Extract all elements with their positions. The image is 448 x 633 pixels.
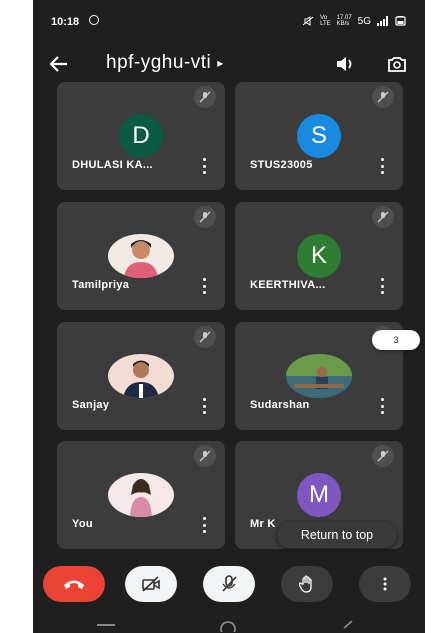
more-options-icon[interactable] [381, 158, 385, 174]
mute-notifications-icon [302, 16, 314, 26]
mic-off-icon [222, 575, 237, 592]
avatar-photo [286, 354, 352, 398]
meeting-toolbar: hpf-yghu-vti ▸ [33, 46, 425, 82]
avatar: D [119, 114, 163, 158]
participant-name: DHULASI KA... [72, 159, 153, 171]
chevron-right-icon: ▸ [217, 56, 224, 70]
participant-name: STUS23005 [250, 159, 313, 171]
page-indicator: 3 [372, 330, 420, 350]
avatar: K [297, 234, 341, 278]
participant-tile[interactable]: K KEERTHIVA... [235, 202, 403, 310]
end-call-button[interactable] [43, 566, 105, 602]
meeting-code[interactable]: hpf-yghu-vti ▸ [106, 52, 224, 74]
mic-off-icon [194, 86, 216, 108]
system-nav-bar [33, 612, 425, 633]
more-options-icon[interactable] [203, 158, 207, 174]
switch-camera-icon[interactable] [386, 53, 408, 75]
volte-badge: Vo LTE [320, 15, 331, 27]
more-options-button[interactable] [359, 566, 411, 602]
mic-off-icon [194, 206, 216, 228]
battery-icon [395, 16, 406, 26]
participant-tile[interactable]: Sanjay [57, 322, 225, 430]
mic-off-icon [372, 445, 394, 467]
signal-icon [377, 16, 388, 26]
meeting-code-text: hpf-yghu-vti [106, 52, 212, 73]
speed-unit: KB/s [336, 21, 350, 27]
speaker-icon[interactable] [333, 53, 355, 75]
avatar-photo [108, 354, 174, 398]
avatar-photo [108, 473, 174, 517]
recents-icon[interactable] [95, 620, 117, 630]
status-right: Vo LTE 17.07 KB/s 5G [302, 15, 407, 27]
home-icon[interactable] [219, 620, 237, 632]
meeting-screen: 10:18 Vo LTE 17.07 KB/s 5G hpf-yghu-vti ▸… [33, 0, 425, 633]
mic-off-icon [372, 206, 394, 228]
network-type: 5G [357, 15, 371, 27]
back-icon[interactable] [341, 620, 355, 632]
mic-off-icon [194, 326, 216, 348]
raise-hand-button[interactable] [281, 566, 333, 602]
back-arrow-icon[interactable] [47, 52, 71, 76]
participant-name: Sudarshan [250, 399, 310, 411]
more-options-icon[interactable] [203, 278, 207, 294]
more-options-icon[interactable] [203, 517, 207, 533]
avatar-photo [108, 234, 174, 278]
avatar: M [297, 473, 341, 517]
avatar: S [297, 114, 341, 158]
status-time: 10:18 [51, 16, 80, 28]
call-controls [33, 566, 425, 606]
hand-icon [299, 575, 312, 593]
return-to-top-button[interactable]: Return to top [277, 522, 397, 548]
hang-up-icon [64, 580, 84, 589]
mic-toggle-button[interactable] [203, 566, 255, 602]
participant-tile[interactable]: You [57, 441, 225, 549]
participant-name: Tamilpriya [72, 279, 130, 291]
network-speed: 17.07 KB/s [337, 15, 352, 27]
camera-off-icon [142, 576, 160, 592]
participant-name: Sanjay [72, 399, 110, 411]
participant-name: Mr K [250, 518, 276, 530]
status-bar: 10:18 Vo LTE 17.07 KB/s 5G [33, 14, 425, 38]
participant-tile[interactable]: Tamilpriya [57, 202, 225, 310]
more-options-icon[interactable] [381, 398, 385, 414]
participant-name: You [72, 518, 93, 530]
mic-off-icon [372, 86, 394, 108]
sync-icon [89, 15, 99, 25]
participant-tile[interactable]: D DHULASI KA... [57, 82, 225, 190]
more-options-icon[interactable] [203, 398, 207, 414]
camera-toggle-button[interactable] [125, 566, 177, 602]
mic-off-icon [194, 445, 216, 467]
participant-tile[interactable]: S STUS23005 [235, 82, 403, 190]
participant-name: KEERTHIVA... [250, 279, 326, 291]
more-options-icon[interactable] [381, 278, 385, 294]
more-vertical-icon [383, 577, 387, 591]
